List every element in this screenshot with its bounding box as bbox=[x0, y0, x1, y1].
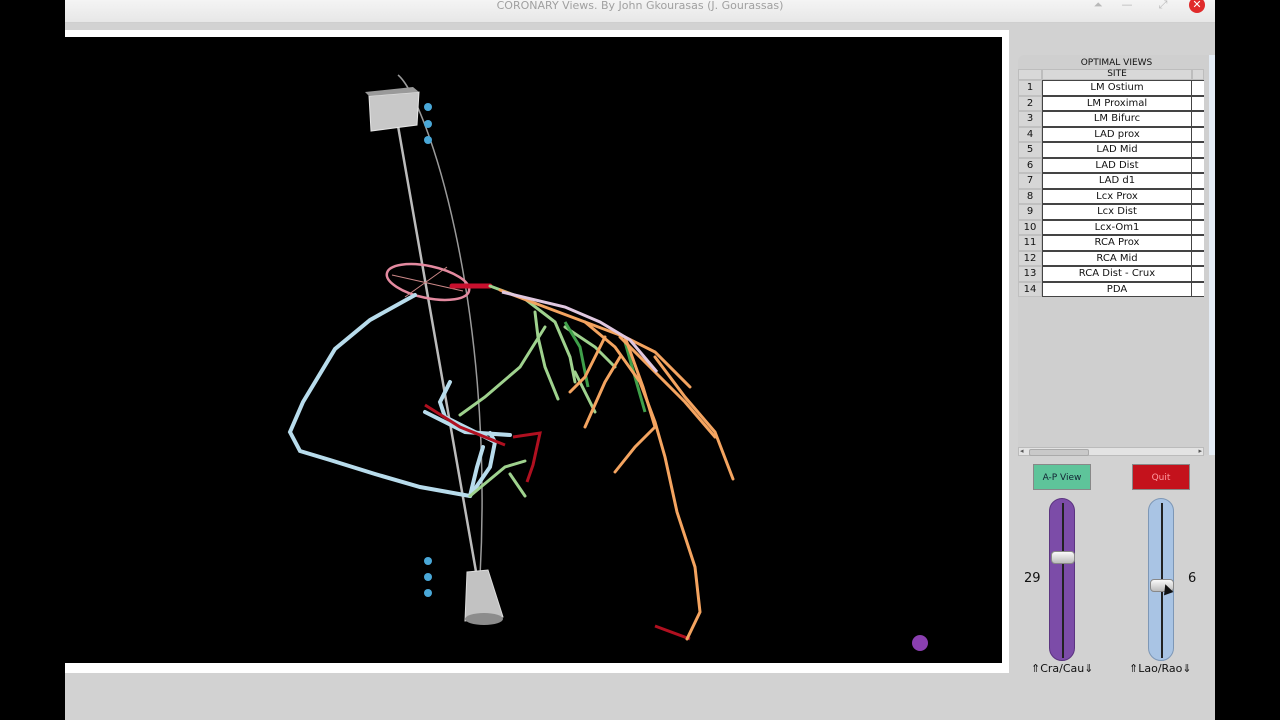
table-row[interactable]: 13 RCA Dist - Crux bbox=[1018, 266, 1204, 282]
row-number: 9 bbox=[1018, 204, 1042, 220]
row-number: 4 bbox=[1018, 126, 1042, 142]
row-number: 5 bbox=[1018, 142, 1042, 158]
row-site[interactable]: LAD Dist bbox=[1042, 157, 1192, 173]
coronary-3d-viewport[interactable] bbox=[65, 37, 1002, 663]
row-number: 8 bbox=[1018, 188, 1042, 204]
row-extra bbox=[1192, 126, 1204, 142]
row-number: 1 bbox=[1018, 80, 1042, 96]
row-site[interactable]: PDA bbox=[1042, 281, 1192, 297]
table-row[interactable]: 12 RCA Mid bbox=[1018, 250, 1204, 266]
row-number: 13 bbox=[1018, 266, 1042, 282]
table-row[interactable]: 10 Lcx-Om1 bbox=[1018, 219, 1204, 235]
row-extra bbox=[1192, 142, 1204, 158]
table-header-site[interactable]: SITE bbox=[1042, 69, 1192, 80]
row-extra bbox=[1192, 111, 1204, 127]
row-number: 10 bbox=[1018, 219, 1042, 235]
detector-cone-icon bbox=[464, 569, 504, 625]
row-site[interactable]: LAD Mid bbox=[1042, 142, 1192, 158]
scroll-right-arrow-icon[interactable]: ▸ bbox=[1198, 447, 1202, 455]
row-site[interactable]: Lcx Dist bbox=[1042, 204, 1192, 220]
marker-dots-top bbox=[424, 103, 432, 144]
row-extra bbox=[1192, 188, 1204, 204]
panel-edge bbox=[1209, 55, 1215, 455]
row-number: 11 bbox=[1018, 235, 1042, 251]
row-extra bbox=[1192, 80, 1204, 96]
table-row[interactable]: 4 LAD prox bbox=[1018, 126, 1204, 142]
cra-cau-value: 29 bbox=[1024, 571, 1041, 586]
row-extra bbox=[1192, 173, 1204, 189]
row-number: 7 bbox=[1018, 173, 1042, 189]
xray-source-icon bbox=[365, 87, 420, 132]
minimize-icon[interactable]: — bbox=[1118, 0, 1136, 12]
row-site[interactable]: RCA Prox bbox=[1042, 235, 1192, 251]
row-extra bbox=[1192, 235, 1204, 251]
row-site[interactable]: LAD d1 bbox=[1042, 173, 1192, 189]
table-horizontal-scrollbar[interactable]: ◂ ▸ bbox=[1018, 447, 1204, 456]
row-extra bbox=[1192, 250, 1204, 266]
c-arm-arc bbox=[397, 74, 483, 578]
row-site[interactable]: LM Ostium bbox=[1042, 80, 1192, 96]
row-extra bbox=[1192, 266, 1204, 282]
row-site[interactable]: RCA Mid bbox=[1042, 250, 1192, 266]
shade-icon[interactable]: ⏶ bbox=[1089, 0, 1107, 12]
table-row[interactable]: 11 RCA Prox bbox=[1018, 235, 1204, 251]
row-extra bbox=[1192, 95, 1204, 111]
row-site[interactable]: Lcx-Om1 bbox=[1042, 219, 1192, 235]
view-indicator-dot bbox=[912, 635, 928, 651]
quit-button[interactable]: Quit bbox=[1132, 464, 1190, 490]
row-number: 2 bbox=[1018, 95, 1042, 111]
table-header-num bbox=[1018, 69, 1042, 80]
aortic-ring bbox=[385, 262, 471, 302]
maximize-icon[interactable]: ⤢ bbox=[1154, 0, 1172, 12]
row-extra bbox=[1192, 219, 1204, 235]
cra-cau-label: ⇑Cra/Cau⇓ bbox=[1031, 662, 1094, 675]
scroll-left-arrow-icon[interactable]: ◂ bbox=[1020, 447, 1024, 455]
table-row[interactable]: 3 LM Bifurc bbox=[1018, 111, 1204, 127]
lao-rao-label: ⇑Lao/Rao⇓ bbox=[1129, 662, 1192, 675]
row-extra bbox=[1192, 157, 1204, 173]
cra-cau-slider[interactable] bbox=[1049, 498, 1075, 661]
row-extra bbox=[1192, 204, 1204, 220]
row-site[interactable]: Lcx Prox bbox=[1042, 188, 1192, 204]
table-row[interactable]: 2 LM Proximal bbox=[1018, 95, 1204, 111]
row-site[interactable]: LAD prox bbox=[1042, 126, 1192, 142]
table-row[interactable]: 14 PDA bbox=[1018, 281, 1204, 297]
window-title: CORONARY Views. By John Gkourasas (J. Go… bbox=[496, 0, 784, 12]
ap-view-button[interactable]: A-P View bbox=[1033, 464, 1091, 490]
table-row[interactable]: 9 Lcx Dist bbox=[1018, 204, 1204, 220]
xray-beam-line bbox=[392, 102, 480, 584]
marker-dots-bottom bbox=[424, 557, 432, 597]
table-row[interactable]: 5 LAD Mid bbox=[1018, 142, 1204, 158]
red-branch bbox=[424, 403, 691, 641]
title-bar[interactable]: CORONARY Views. By John Gkourasas (J. Go… bbox=[65, 0, 1215, 23]
row-number: 6 bbox=[1018, 157, 1042, 173]
lao-rao-value: 6 bbox=[1188, 571, 1197, 586]
row-extra bbox=[1192, 281, 1204, 297]
table-row[interactable]: 6 LAD Dist bbox=[1018, 157, 1204, 173]
panel-title: OPTIMAL VIEWS bbox=[1080, 58, 1153, 68]
table-row[interactable]: 8 Lcx Prox bbox=[1018, 188, 1204, 204]
table-row[interactable]: 7 LAD d1 bbox=[1018, 173, 1204, 189]
row-number: 3 bbox=[1018, 111, 1042, 127]
table-row[interactable]: 1 LM Ostium bbox=[1018, 80, 1204, 96]
cra-cau-slider-thumb[interactable] bbox=[1051, 551, 1075, 564]
right-black-margin bbox=[1215, 0, 1280, 720]
slider-track bbox=[1062, 503, 1064, 658]
row-site[interactable]: RCA Dist - Crux bbox=[1042, 266, 1192, 282]
left-black-margin bbox=[0, 0, 65, 720]
row-number: 12 bbox=[1018, 250, 1042, 266]
app-window: CORONARY Views. By John Gkourasas (J. Go… bbox=[65, 0, 1215, 720]
rca-vessel bbox=[287, 293, 512, 498]
table-header-extra bbox=[1192, 69, 1204, 80]
row-site[interactable]: LM Bifurc bbox=[1042, 111, 1192, 127]
row-number: 14 bbox=[1018, 281, 1042, 297]
lao-rao-slider[interactable] bbox=[1148, 498, 1174, 661]
optimal-views-panel: OPTIMAL VIEWS SITE 1 LM Ostium 2 LM Prox… bbox=[1018, 55, 1215, 456]
scrollbar-thumb[interactable] bbox=[1029, 449, 1089, 456]
row-site[interactable]: LM Proximal bbox=[1042, 95, 1192, 111]
coronary-tree-drawing bbox=[287, 74, 928, 651]
